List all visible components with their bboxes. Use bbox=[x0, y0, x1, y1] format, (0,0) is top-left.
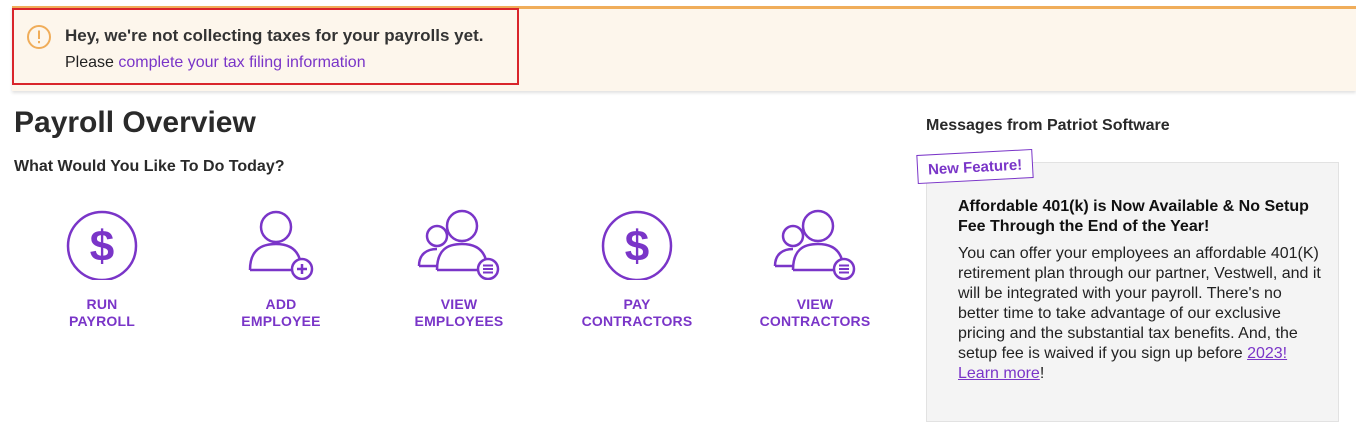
action-label: RUN PAYROLL bbox=[69, 296, 135, 329]
dollar-icon: $ bbox=[66, 210, 138, 280]
view-contractors-button[interactable]: VIEW CONTRACTORS bbox=[740, 208, 890, 330]
svg-text:$: $ bbox=[625, 222, 649, 271]
dollar-icon: $ bbox=[601, 210, 673, 280]
message-headline: Affordable 401(k) is Now Available & No … bbox=[958, 198, 1309, 235]
alert-title: Hey, we're not collecting taxes for your… bbox=[65, 26, 484, 45]
new-feature-badge: New Feature! bbox=[916, 148, 1034, 185]
message-body: You can offer your employees an affordab… bbox=[958, 244, 1323, 384]
run-payroll-button[interactable]: $ RUN PAYROLL bbox=[27, 208, 177, 330]
alert-text: Please complete your tax filing informat… bbox=[65, 54, 366, 72]
learn-more-link[interactable]: Learn more bbox=[958, 365, 1040, 382]
action-label: VIEW EMPLOYEES bbox=[414, 296, 504, 329]
view-employees-button[interactable]: VIEW EMPLOYEES bbox=[384, 208, 534, 330]
page-title: Payroll Overview bbox=[14, 106, 256, 139]
alert-highlight-box bbox=[12, 8, 519, 85]
people-list-icon bbox=[773, 209, 856, 280]
add-employee-button[interactable]: ADD EMPLOYEE bbox=[206, 208, 356, 330]
page-subtitle: What Would You Like To Do Today? bbox=[14, 158, 285, 175]
alert-prefix: Please bbox=[65, 54, 119, 71]
tax-filing-link[interactable]: complete your tax filing information bbox=[118, 54, 365, 71]
action-label: VIEW CONTRACTORS bbox=[759, 296, 871, 329]
people-list-icon bbox=[417, 209, 500, 280]
action-label: PAY CONTRACTORS bbox=[581, 296, 693, 329]
svg-text:$: $ bbox=[90, 222, 114, 271]
add-person-icon bbox=[248, 210, 314, 280]
year-link[interactable]: 2023! bbox=[1247, 345, 1287, 362]
message-suffix: ! bbox=[1039, 365, 1045, 382]
pay-contractors-button[interactable]: $ PAY CONTRACTORS bbox=[562, 208, 712, 330]
messages-title: Messages from Patriot Software bbox=[926, 117, 1170, 134]
action-label: ADD EMPLOYEE bbox=[241, 296, 321, 329]
warning-icon bbox=[27, 25, 51, 49]
